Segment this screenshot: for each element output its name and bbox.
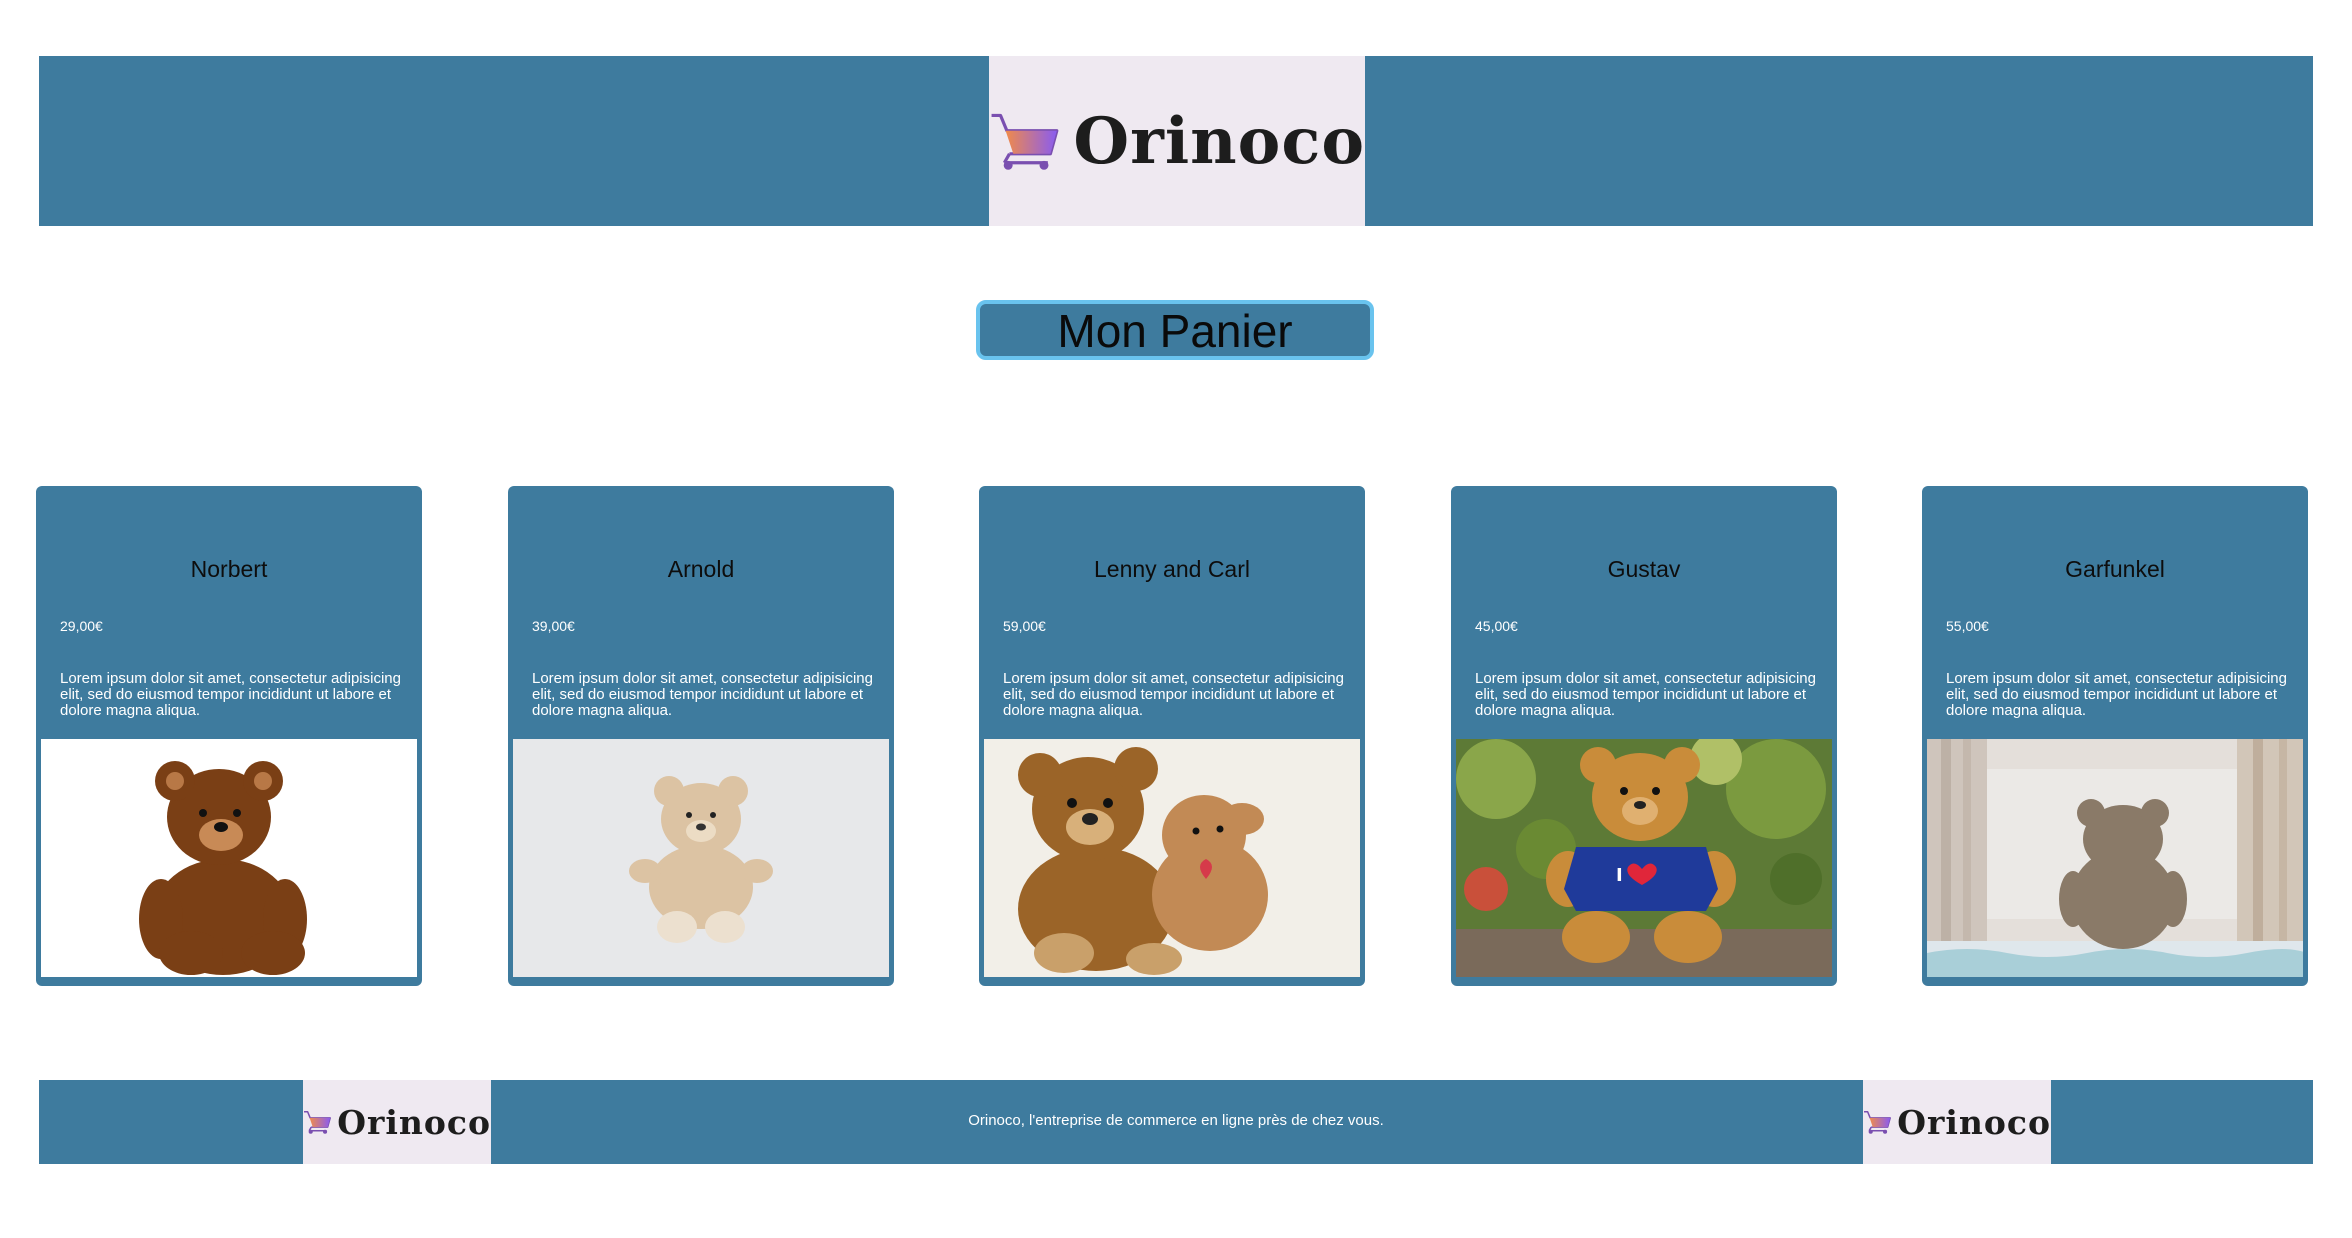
product-card[interactable]: Gustav 45,00€ Lorem ipsum dolor sit amet… (1451, 486, 1837, 986)
product-card[interactable]: Lenny and Carl 59,00€ Lorem ipsum dolor … (979, 486, 1365, 986)
product-description: Lorem ipsum dolor sit amet, consectetur … (1003, 670, 1344, 719)
product-card[interactable]: Arnold 39,00€ Lorem ipsum dolor sit amet… (508, 486, 894, 986)
footer-bar: Orinoco Orinoco, l'entreprise de commerc… (39, 1080, 2313, 1164)
product-name: Gustav (1607, 556, 1681, 582)
logo-text: Orinoco (1897, 1102, 2051, 1142)
product-description: Lorem ipsum dolor sit amet, consectetur … (1475, 670, 1816, 719)
product-price: 55,00€ (1946, 618, 1989, 634)
product-price: 59,00€ (1003, 618, 1046, 634)
product-image[interactable] (41, 739, 417, 977)
product-price: 29,00€ (60, 618, 103, 634)
product-description: Lorem ipsum dolor sit amet, consectetur … (1946, 670, 2287, 719)
product-card[interactable]: Garfunkel 55,00€ Lorem ipsum dolor sit a… (1922, 486, 2308, 986)
product-description: Lorem ipsum dolor sit amet, consectetur … (60, 670, 401, 719)
product-image[interactable]: I (1456, 739, 1832, 977)
header-bar: Orinoco (39, 56, 2313, 226)
product-card[interactable]: Norbert 29,00€ Lorem ipsum dolor sit ame… (36, 486, 422, 986)
product-image[interactable] (984, 739, 1360, 977)
product-image[interactable] (1927, 739, 2303, 977)
product-name: Arnold (667, 556, 735, 582)
header-logo[interactable]: Orinoco (989, 56, 1365, 226)
product-price: 45,00€ (1475, 618, 1518, 634)
product-price: 39,00€ (532, 618, 575, 634)
footer-logo[interactable]: Orinoco (1863, 1080, 2051, 1164)
shopping-cart-icon (1864, 1110, 1891, 1134)
product-name: Lenny and Carl (1094, 556, 1250, 582)
logo-text: Orinoco (1073, 103, 1365, 179)
cart-button[interactable]: Mon Panier (976, 300, 1374, 360)
product-description: Lorem ipsum dolor sit amet, consectetur … (532, 670, 873, 719)
shopping-cart-icon (991, 113, 1059, 170)
product-image[interactable] (513, 739, 889, 977)
product-name: Norbert (190, 556, 268, 582)
svg-text:I: I (1616, 865, 1623, 886)
product-name: Garfunkel (2065, 556, 2165, 582)
